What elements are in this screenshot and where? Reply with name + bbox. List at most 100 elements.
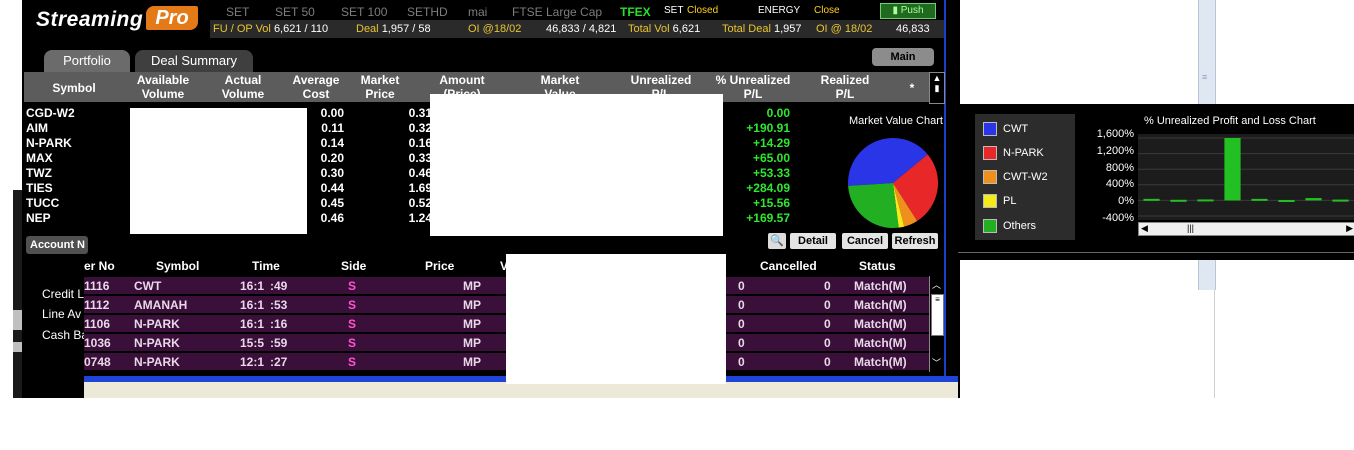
tab-portfolio[interactable]: Portfolio — [44, 50, 130, 72]
index-set100[interactable]: SET 100 — [341, 5, 387, 19]
cell-price: MP — [463, 355, 481, 369]
legend-label: CWT — [1003, 122, 1029, 135]
chevron-left-icon[interactable]: ◀ — [1141, 223, 1148, 234]
cell-volume: 0 — [738, 336, 745, 350]
push-button[interactable]: ▮ Push — [880, 3, 936, 19]
cell-market-price: 0.16 — [408, 136, 432, 150]
scroll-thumb-icon[interactable]: ||| — [1187, 223, 1194, 233]
cell-cancelled: 0 — [824, 317, 831, 331]
cell-market-price: 1.69 — [408, 181, 432, 195]
cancel-button[interactable]: Cancel — [842, 233, 888, 249]
line-available-label: Line Av — [42, 307, 82, 321]
bar-3 — [1197, 199, 1214, 202]
total-deal: Total Deal 1,957 — [722, 23, 802, 35]
y-tick-label: -400% — [1102, 212, 1134, 224]
fuop-label: FU / OP Vol — [213, 23, 271, 35]
detail-button[interactable]: Detail — [790, 233, 836, 249]
deal-scrollbar[interactable]: ︿ ≡ ﹀ — [929, 276, 944, 372]
bar-chart-scrollbar[interactable]: ◀ ||| ▶ — [1138, 222, 1354, 236]
index-sethd[interactable]: SETHD — [407, 5, 448, 19]
scroll-thumb-icon[interactable]: ≡ — [931, 294, 944, 336]
col-available-volume[interactable]: Available Volume — [128, 73, 198, 101]
market-value-pie-chart — [848, 138, 938, 228]
col-realized-pl[interactable]: Realized P/L — [812, 73, 878, 101]
col-symbol[interactable]: Symbol — [44, 81, 104, 95]
chevron-up-icon: ▲ — [932, 73, 942, 83]
cell-status: Match(M) — [854, 279, 907, 293]
legend-label: Others — [1003, 219, 1037, 232]
account-summary-panel: Credit L Line Av Cash Ba — [22, 276, 88, 398]
col-label: Market — [360, 73, 400, 87]
col-label: Available — [136, 73, 190, 87]
cell-avg-cost: 0.30 — [320, 166, 344, 180]
cell-side: S — [348, 355, 357, 369]
col-label: Cost — [302, 87, 330, 101]
y-tick-label: 1,200% — [1096, 144, 1134, 157]
col-price[interactable]: Price — [425, 259, 454, 273]
bar-2 — [1170, 199, 1187, 202]
bar-1 — [1143, 198, 1160, 201]
search-icon[interactable]: 🔍 — [768, 233, 786, 249]
bar-4 — [1224, 138, 1241, 201]
col-symbol[interactable]: Symbol — [156, 259, 199, 273]
col-symbol-label: Symbol — [52, 81, 96, 95]
col-label: Realized — [820, 73, 870, 87]
col-cancelled[interactable]: Cancelled — [760, 259, 817, 273]
chevron-up-icon[interactable]: ︿ — [932, 278, 941, 291]
y-tick-label: 0% — [1118, 195, 1134, 208]
strip-block — [13, 310, 22, 330]
cell-avg-cost: 0.11 — [321, 121, 344, 135]
cell-symbol: N-PARK — [26, 136, 72, 150]
col-star[interactable]: * — [902, 81, 922, 95]
cell-avg-cost: 0.00 — [320, 106, 344, 120]
bar-6 — [1278, 200, 1295, 203]
col-market-price[interactable]: Market Price — [352, 73, 408, 101]
cell-market-price: 0.32 — [408, 121, 432, 135]
col-label: Actual — [224, 73, 262, 87]
oi-value-text: 46,833 / 4,821 — [546, 23, 617, 35]
app-logo-pro: Pro — [146, 6, 198, 30]
col-status[interactable]: Status — [859, 259, 896, 273]
cell-market-price: 0.46 — [408, 166, 432, 180]
index-ftse[interactable]: FTSE Large Cap — [512, 5, 602, 19]
col-time[interactable]: Time — [252, 259, 280, 273]
portfolio-scroll-up[interactable]: ▲ ▮ — [929, 72, 945, 104]
col-order-no[interactable]: er No — [84, 259, 115, 273]
cell-side: S — [348, 317, 357, 331]
y-tick-label: 1,600% — [1096, 128, 1134, 140]
cell-cancelled: 0 — [824, 336, 831, 350]
cell-symbol: AMANAH — [134, 298, 188, 312]
col-side[interactable]: Side — [341, 259, 366, 273]
cell-order: 1036 — [84, 336, 111, 350]
legend-swatch — [983, 170, 997, 184]
index-mai[interactable]: mai — [468, 5, 487, 19]
cell-pct-unrealized: +65.00 — [752, 151, 790, 165]
cell-market-price: 1.24 — [408, 211, 432, 225]
cell-time-sec: :59 — [270, 336, 288, 350]
cell-volume: 0 — [738, 355, 745, 369]
page-divider — [1214, 290, 1215, 398]
legend-label: N-PARK — [1003, 146, 1044, 159]
chevron-right-icon[interactable]: ▶ — [1346, 223, 1353, 234]
col-actual-volume[interactable]: Actual Volume — [208, 73, 278, 101]
push-label: Push — [900, 5, 924, 16]
index-tfex[interactable]: TFEX — [620, 5, 651, 19]
legend-swatch — [983, 122, 997, 136]
main-button[interactable]: Main — [872, 48, 934, 66]
cell-symbol: N-PARK — [134, 317, 180, 331]
bar-chart-title: % Unrealized Profit and Loss Chart — [1144, 115, 1316, 127]
cell-symbol: NEP — [26, 211, 51, 225]
index-set[interactable]: SET — [226, 5, 249, 19]
chevron-down-icon[interactable]: ﹀ — [932, 356, 941, 369]
pie-slice-others — [848, 183, 899, 228]
cell-time: 12:1 — [240, 355, 265, 369]
tab-deal-summary[interactable]: Deal Summary — [135, 50, 253, 72]
cell-time-sec: :16 — [270, 317, 288, 331]
col-label: % Unrealized — [715, 73, 791, 87]
col-average-cost[interactable]: Average Cost — [286, 73, 346, 101]
cell-avg-cost: 0.45 — [320, 196, 344, 210]
account-button[interactable]: Account N — [26, 236, 88, 254]
cell-avg-cost: 0.14 — [320, 136, 344, 150]
index-set50[interactable]: SET 50 — [275, 5, 315, 19]
refresh-button[interactable]: Refresh — [892, 233, 938, 249]
